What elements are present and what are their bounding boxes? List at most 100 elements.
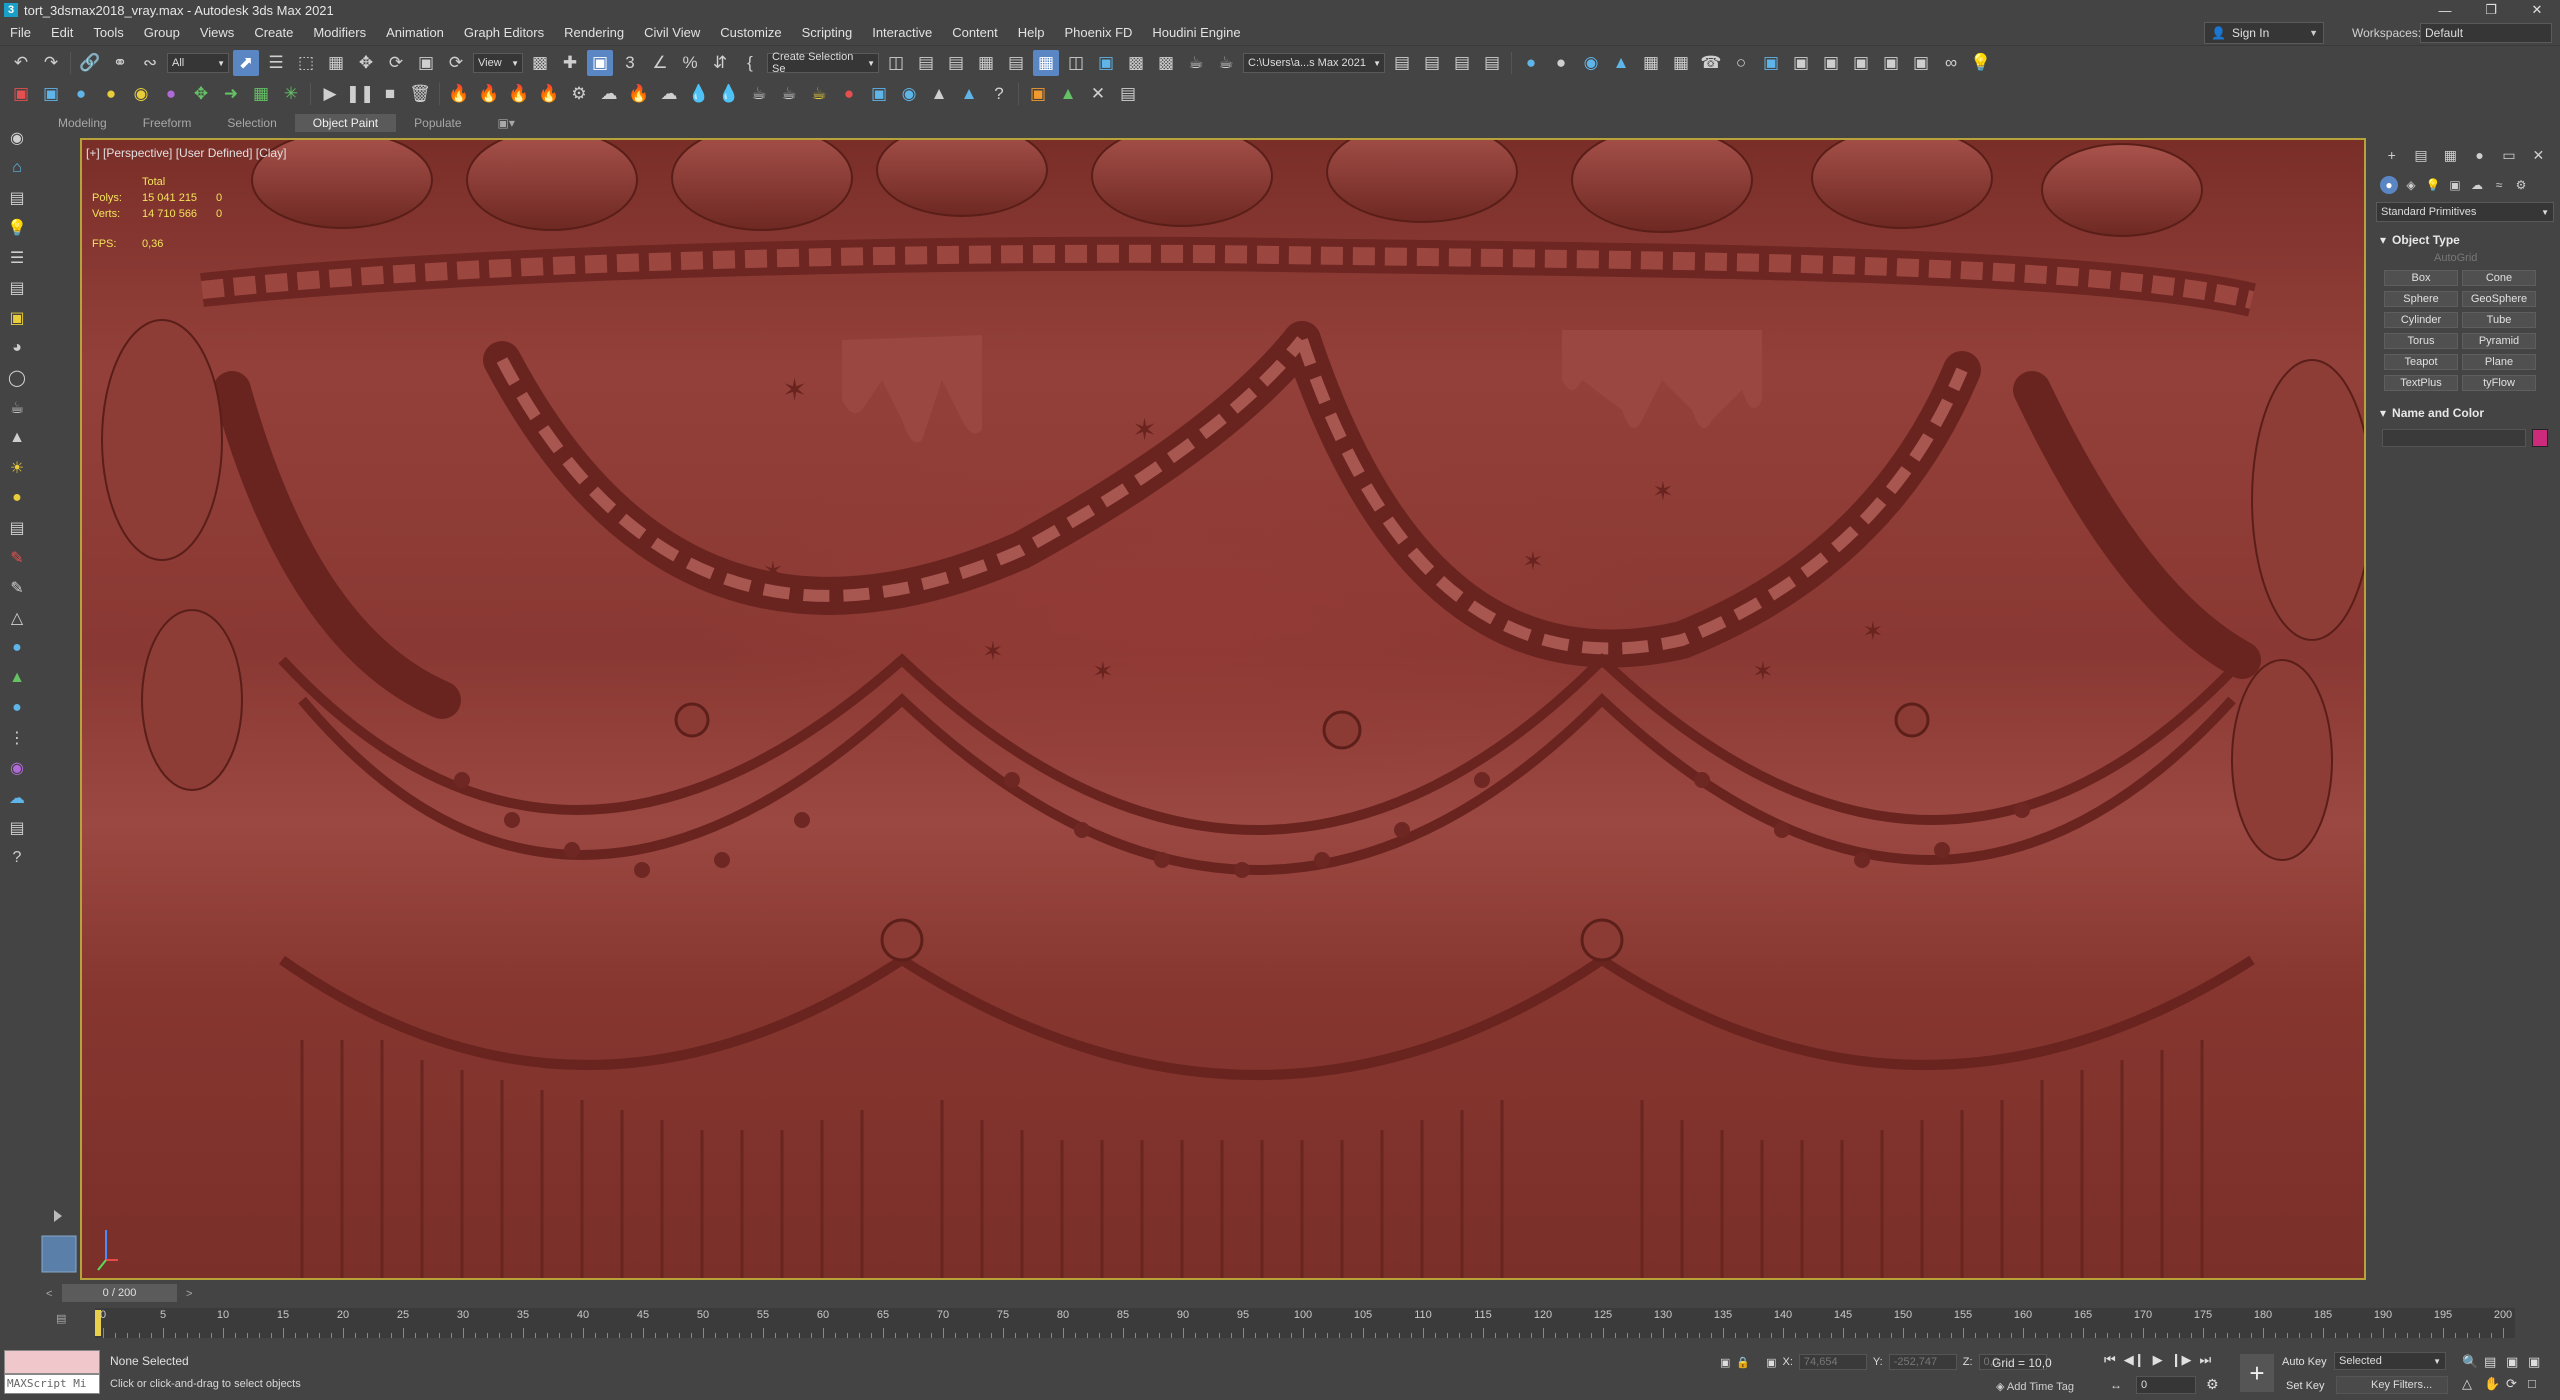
named-selection-dropdown[interactable]: Create Selection Se ▼ <box>767 51 879 75</box>
liquid-simulator-icon[interactable]: 💧 <box>716 81 742 107</box>
liquid-preset-icon[interactable]: ☕ <box>746 81 772 107</box>
vray-camera-icon[interactable]: ○ <box>1728 50 1754 76</box>
systems-icon[interactable]: ⚙ <box>2512 176 2530 194</box>
x-coordinate-field[interactable]: 74,654 <box>1798 1354 1867 1370</box>
stop-icon[interactable]: ■ <box>377 81 403 107</box>
selection-filter-dropdown[interactable]: All ▼ <box>167 53 229 73</box>
object-color-swatch[interactable] <box>2532 429 2548 447</box>
light-bulb-icon[interactable]: 💡 <box>5 216 29 240</box>
go-to-start-icon[interactable]: ⏮ <box>2104 1352 2116 1368</box>
dots-icon[interactable]: ⋮ <box>5 726 29 750</box>
autogrid-checkbox[interactable]: AutoGrid <box>2374 250 2556 268</box>
spinner-snap-icon[interactable]: ⇵ <box>707 50 733 76</box>
vray-light-icon[interactable]: ● <box>1518 50 1544 76</box>
keyboard-shortcut-override-icon[interactable]: ▣ <box>587 50 613 76</box>
trash-icon[interactable]: 🗑 <box>407 81 433 107</box>
spiral-tool-icon[interactable]: ◉ <box>128 81 154 107</box>
percent-snap-icon[interactable]: % <box>677 50 703 76</box>
maxscript-listener[interactable]: MAXScript Mi <box>4 1350 100 1396</box>
vray-sphere-light-icon[interactable]: ● <box>1548 50 1574 76</box>
menu-animation[interactable]: Animation <box>376 20 454 46</box>
torus-button[interactable]: Torus <box>2384 333 2458 349</box>
object-name-field[interactable] <box>2382 429 2526 447</box>
tab-selection[interactable]: Selection <box>209 114 294 132</box>
list-icon[interactable]: ▤ <box>1115 81 1141 107</box>
close-button[interactable]: ✕ <box>2514 0 2560 20</box>
sign-in-dropdown[interactable]: 👤 Sign In ▼ <box>2204 22 2324 44</box>
home-icon[interactable]: ⌂ <box>5 156 29 180</box>
y-coordinate-field[interactable]: -252,747 <box>1888 1354 1957 1370</box>
object-type-header[interactable]: ▾ Object Type <box>2374 230 2556 250</box>
paint-icon[interactable]: ✎ <box>5 546 29 570</box>
project-folder-dropdown[interactable]: C:\Users\a...s Max 2021 ▼ <box>1243 53 1385 73</box>
helpers-icon[interactable]: ☁ <box>2468 176 2486 194</box>
track-bar-menu-icon[interactable]: ▤ <box>56 1312 66 1325</box>
vray-scan-icon[interactable]: ▣ <box>1908 50 1934 76</box>
time-slider[interactable]: 0 / 200 <box>62 1284 177 1302</box>
pivot-center-icon[interactable]: ▩ <box>527 50 553 76</box>
hierarchy-tab-icon[interactable]: ▦ <box>2439 144 2462 166</box>
cylinder-button[interactable]: Cylinder <box>2384 312 2458 328</box>
cone-button[interactable]: Cone <box>2462 270 2536 286</box>
render-iterative-icon[interactable]: ☕ <box>1213 50 1239 76</box>
lock-selection-icon[interactable]: 🔒 <box>1736 1356 1750 1369</box>
align-icon[interactable]: ▤ <box>913 50 939 76</box>
add-time-tag[interactable]: ◈ Add Time Tag <box>1996 1380 2074 1393</box>
modify-tab-icon[interactable]: ▤ <box>2409 144 2432 166</box>
maximize-viewport-icon[interactable]: □ <box>2528 1376 2548 1392</box>
menu-file[interactable]: File <box>0 20 41 46</box>
rendered-frame-window-icon[interactable]: ▩ <box>1153 50 1179 76</box>
ruler-icon[interactable]: ▤ <box>5 516 29 540</box>
scene-icon[interactable]: ▤ <box>5 186 29 210</box>
utilities-tab-icon[interactable]: ✕ <box>2527 144 2550 166</box>
fire-simulator-icon[interactable]: 🔥 <box>476 81 502 107</box>
field-of-view-icon[interactable]: △ <box>2462 1376 2482 1392</box>
save-folder-icon[interactable]: ▤ <box>1419 50 1445 76</box>
menu-modifiers[interactable]: Modifiers <box>303 20 376 46</box>
previous-key-icon[interactable]: ◀❙ <box>2124 1352 2145 1368</box>
workspaces-select[interactable]: Default <box>2420 23 2552 43</box>
tab-populate[interactable]: Populate <box>396 114 479 132</box>
ocean-icon[interactable]: ☕ <box>776 81 802 107</box>
unlink-icon[interactable]: ⚭ <box>107 50 133 76</box>
select-scale-icon[interactable]: ▣ <box>413 50 439 76</box>
menu-edit[interactable]: Edit <box>41 20 83 46</box>
fire-source-icon[interactable]: 🔥 <box>446 81 472 107</box>
teapot-icon[interactable]: ☕ <box>5 396 29 420</box>
key-filters-button[interactable]: Key Filters... <box>2336 1376 2448 1394</box>
pause-icon[interactable]: ❚❚ <box>346 81 375 107</box>
material-editor-icon[interactable]: ▣ <box>1093 50 1119 76</box>
menu-create[interactable]: Create <box>244 20 303 46</box>
tools-icon[interactable]: ✕ <box>1085 81 1111 107</box>
sphere-create-icon[interactable]: ◯ <box>5 366 29 390</box>
network-icon[interactable]: △ <box>5 606 29 630</box>
dome-icon[interactable]: ◕ <box>5 336 29 360</box>
open-folder-icon[interactable]: ▤ <box>1389 50 1415 76</box>
shapes-icon[interactable]: ◈ <box>2402 176 2420 194</box>
vray-render-icon[interactable]: ▣ <box>1788 50 1814 76</box>
foam-icon[interactable]: ☕ <box>806 81 832 107</box>
link-icon[interactable]: 🔗 <box>77 50 103 76</box>
next-frame-icon[interactable]: > <box>186 1288 192 1300</box>
isolate-icon[interactable]: ▣ <box>1720 1356 1730 1369</box>
fd-icon[interactable]: ▣ <box>1025 81 1051 107</box>
box-create-icon[interactable]: ▣ <box>5 306 29 330</box>
space-warps-icon[interactable]: ≈ <box>2490 176 2508 194</box>
menu-graph-editors[interactable]: Graph Editors <box>454 20 554 46</box>
phoenix-flame-icon[interactable]: 🔥 <box>626 81 652 107</box>
play-animation-icon[interactable]: ▶ <box>2153 1352 2163 1368</box>
phoenix-tool-icon[interactable]: ⚙ <box>566 81 592 107</box>
burst-tool-icon[interactable]: ✳ <box>278 81 304 107</box>
tab-object-paint[interactable]: Object Paint <box>294 114 397 132</box>
layer-explorer-icon[interactable]: ▤ <box>943 50 969 76</box>
lights-icon[interactable]: 💡 <box>2424 176 2442 194</box>
phoenix-smoke-icon[interactable]: ☁ <box>656 81 682 107</box>
placement-icon[interactable]: ⟳ <box>443 50 469 76</box>
next-key-icon[interactable]: ❙▶ <box>2171 1352 2192 1368</box>
vray-decal-icon[interactable]: ∞ <box>1938 50 1964 76</box>
vray-vfb-icon[interactable]: ▣ <box>1758 50 1784 76</box>
menu-civil-view[interactable]: Civil View <box>634 20 710 46</box>
explore-folder-icon[interactable]: ▤ <box>1449 50 1475 76</box>
menu-group[interactable]: Group <box>134 20 190 46</box>
tube-button[interactable]: Tube <box>2462 312 2536 328</box>
